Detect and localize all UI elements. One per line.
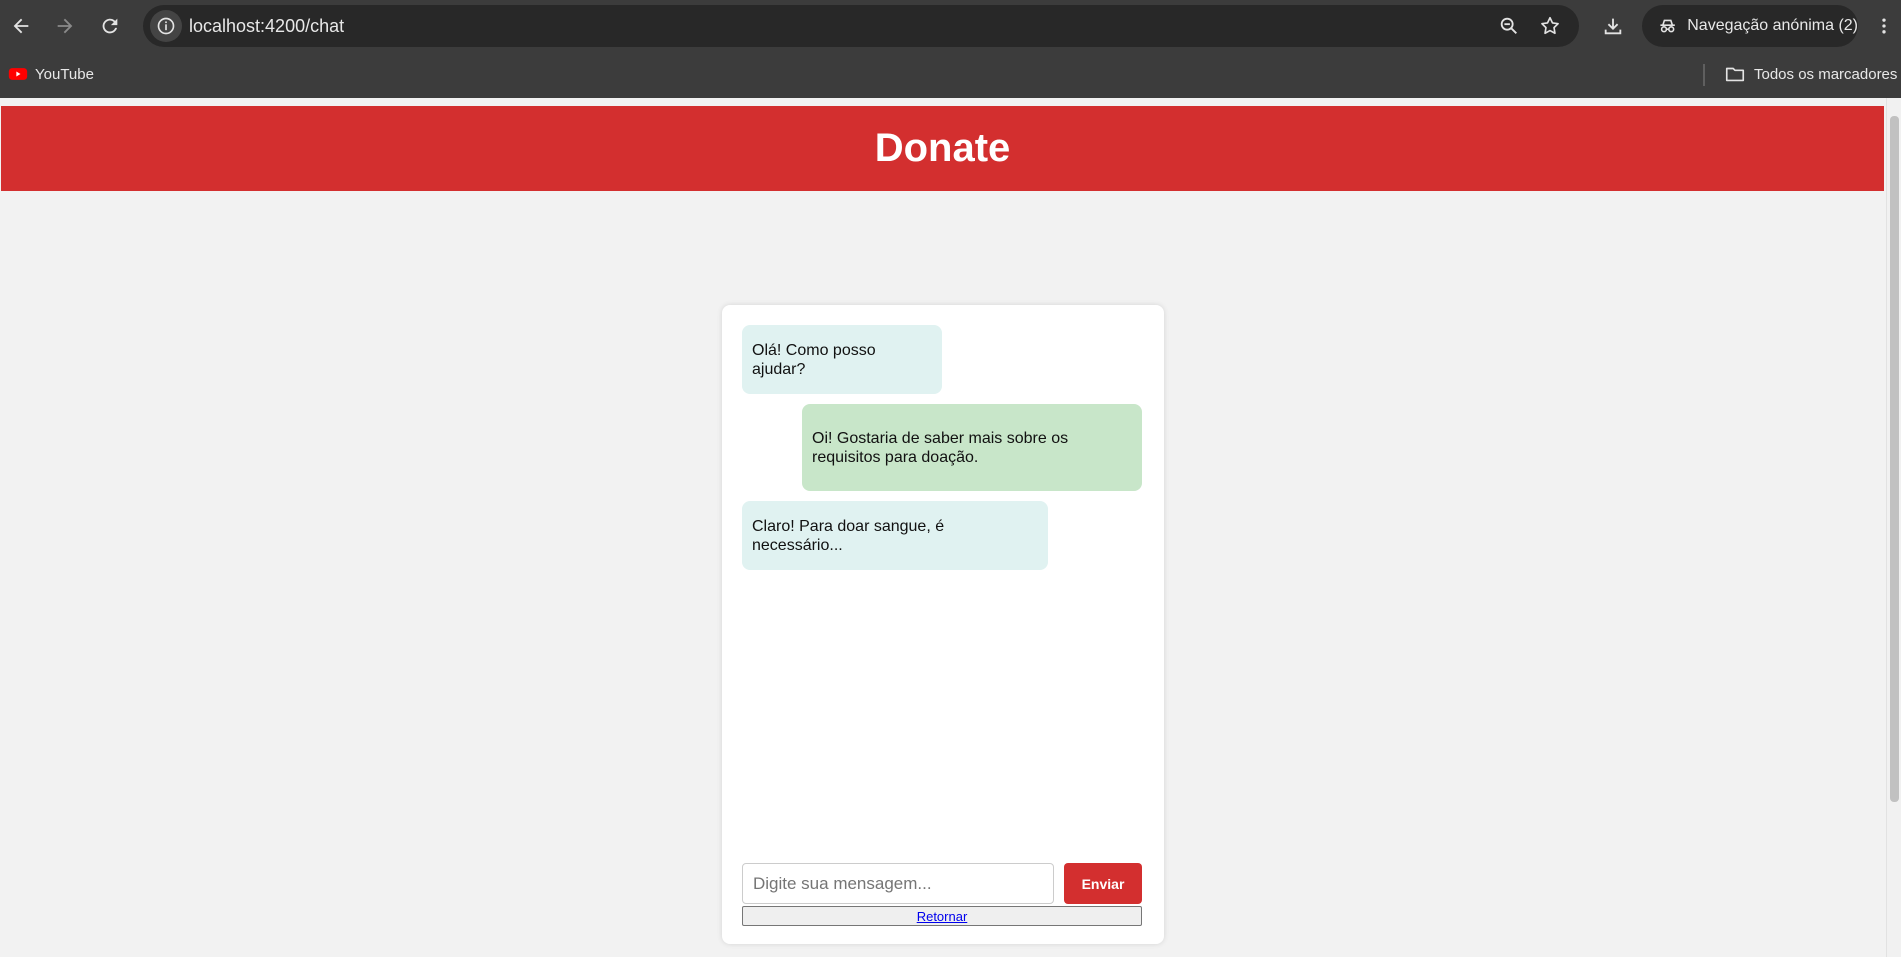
downloads-button[interactable] xyxy=(1596,9,1630,43)
bookmark-star-button[interactable] xyxy=(1534,10,1566,42)
site-header: Donate xyxy=(1,106,1884,191)
bookmarks-divider xyxy=(1703,64,1705,86)
browser-menu-button[interactable] xyxy=(1870,9,1898,43)
bookmark-youtube[interactable]: YouTube xyxy=(8,60,94,88)
incognito-label: Navegação anónima (2) xyxy=(1687,17,1858,34)
incognito-icon xyxy=(1660,19,1675,33)
star-icon xyxy=(1541,16,1559,35)
incognito-indicator[interactable]: Navegação anónima (2) xyxy=(1642,5,1858,47)
folder-icon xyxy=(1725,67,1745,82)
url-text[interactable]: localhost:4200/chat xyxy=(189,5,344,47)
chat-message-user: Oi! Gostaria de saber mais sobre os requ… xyxy=(802,404,1142,491)
reload-button[interactable] xyxy=(93,9,127,43)
info-icon xyxy=(157,17,175,35)
forward-nav-button[interactable] xyxy=(48,9,82,43)
zoom-out-icon xyxy=(1500,17,1517,34)
back-nav-button[interactable] xyxy=(4,9,38,43)
youtube-icon xyxy=(8,68,28,80)
site-title: Donate xyxy=(874,126,1011,170)
bookmarks-bar: YouTube Todos os marcadores xyxy=(0,52,1901,98)
zoom-button[interactable] xyxy=(1493,10,1525,42)
reload-icon xyxy=(102,18,118,34)
chat-message-bot: Olá! Como posso ajudar? xyxy=(742,325,942,394)
bookmark-label: YouTube xyxy=(35,65,94,83)
browser-toolbar: localhost:4200/chat Navegação anónima (2… xyxy=(0,0,1901,52)
download-icon xyxy=(1604,18,1622,35)
page-viewport: Donate Olá! Como posso ajudar? Oi! Gosta… xyxy=(0,98,1901,957)
return-button[interactable]: Retornar xyxy=(742,906,1142,926)
message-composer: Enviar xyxy=(742,863,1144,904)
return-link[interactable]: Retornar xyxy=(917,909,968,924)
page-scrollbar[interactable] xyxy=(1886,98,1901,957)
message-input[interactable] xyxy=(742,863,1054,904)
chat-container: Olá! Como posso ajudar? Oi! Gostaria de … xyxy=(722,305,1164,944)
scrollbar-thumb[interactable] xyxy=(1890,116,1899,802)
more-vertical-icon xyxy=(1882,18,1886,34)
arrow-left-icon xyxy=(13,18,29,34)
arrow-right-icon xyxy=(57,18,73,34)
all-bookmarks-label: Todos os marcadores xyxy=(1754,65,1898,83)
address-bar[interactable]: localhost:4200/chat xyxy=(143,5,1579,47)
site-info-button[interactable] xyxy=(150,10,182,42)
all-bookmarks-button[interactable]: Todos os marcadores xyxy=(1724,60,1897,88)
chat-message-bot: Claro! Para doar sangue, é necessário... xyxy=(742,501,1048,570)
send-button[interactable]: Enviar xyxy=(1064,863,1142,904)
